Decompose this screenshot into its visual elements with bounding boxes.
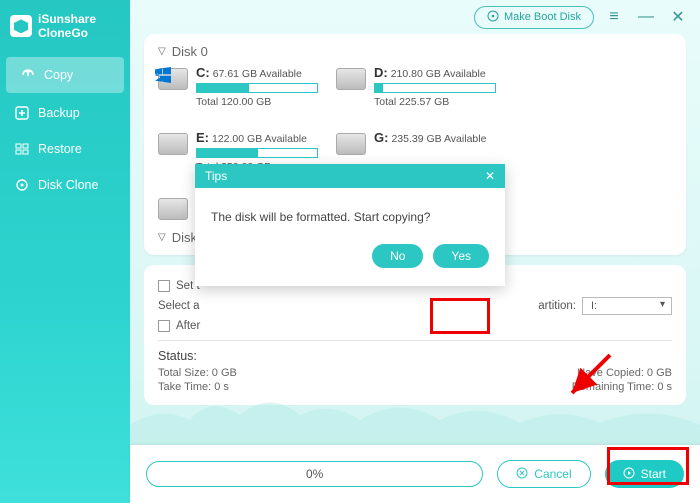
nav-label: Copy xyxy=(44,68,73,82)
dialog-title: Tips xyxy=(205,169,227,183)
chevron-down-icon: ▽ xyxy=(158,46,166,57)
dialog-no-button[interactable]: No xyxy=(372,244,423,268)
nav-diskclone[interactable]: Disk Clone xyxy=(0,167,130,203)
set-target-checkbox[interactable] xyxy=(158,280,170,292)
nav: Copy Backup Restore Disk Clone xyxy=(0,57,130,203)
tips-dialog: Tips ✕ The disk will be formatted. Start… xyxy=(195,164,505,286)
progress-bar: 0% xyxy=(146,461,483,487)
copy-icon xyxy=(20,67,36,83)
drive-icon xyxy=(336,133,366,155)
disc-icon xyxy=(487,10,499,25)
restore-icon xyxy=(14,141,30,157)
make-boot-button[interactable]: Make Boot Disk xyxy=(474,6,594,29)
status-title: Status: xyxy=(158,349,672,363)
drive-icon xyxy=(158,133,188,155)
minimize-icon[interactable]: — xyxy=(634,5,658,29)
windows-drive-icon xyxy=(158,68,188,90)
usage-bar xyxy=(196,148,318,158)
logo-text: iSunshareCloneGo xyxy=(38,12,96,41)
footer: 0% Cancel Start xyxy=(130,445,700,503)
partition-select[interactable]: I: xyxy=(582,297,672,315)
nav-label: Backup xyxy=(38,106,80,120)
options-panel: Set t Select a artition: I: After Status… xyxy=(144,265,686,405)
play-icon xyxy=(623,467,635,482)
menu-icon[interactable]: ≡ xyxy=(602,5,626,29)
start-button[interactable]: Start xyxy=(605,460,684,488)
close-icon[interactable]: ✕ xyxy=(666,5,690,29)
start-label: Start xyxy=(641,467,666,481)
drive-icon xyxy=(336,68,366,90)
partition-c[interactable]: C:67.61 GB Available Total 120.00 GB xyxy=(158,65,318,108)
usage-bar xyxy=(374,83,496,93)
nav-backup[interactable]: Backup xyxy=(0,95,130,131)
cancel-icon xyxy=(516,467,528,482)
sidebar: iSunshareCloneGo Copy Backup Restore xyxy=(0,0,130,503)
dialog-yes-button[interactable]: Yes xyxy=(433,244,489,268)
cancel-label: Cancel xyxy=(534,467,571,481)
cancel-button[interactable]: Cancel xyxy=(497,460,590,488)
after-checkbox[interactable] xyxy=(158,320,170,332)
titlebar: Make Boot Disk ≡ — ✕ xyxy=(130,0,700,34)
backup-icon xyxy=(14,105,30,121)
disk0-header[interactable]: ▽ Disk 0 xyxy=(158,44,672,59)
app-logo: iSunshareCloneGo xyxy=(0,0,130,49)
nav-copy[interactable]: Copy xyxy=(6,57,124,93)
make-boot-label: Make Boot Disk xyxy=(504,11,581,23)
dialog-message: The disk will be formatted. Start copyin… xyxy=(195,188,505,232)
usage-bar xyxy=(196,83,318,93)
nav-label: Restore xyxy=(38,142,82,156)
drive-icon xyxy=(158,198,188,220)
logo-icon xyxy=(10,15,32,37)
nav-label: Disk Clone xyxy=(38,178,98,192)
dialog-close-icon[interactable]: ✕ xyxy=(485,169,495,183)
chevron-down-icon: ▽ xyxy=(158,232,166,243)
nav-restore[interactable]: Restore xyxy=(0,131,130,167)
diskclone-icon xyxy=(14,177,30,193)
partition-d[interactable]: D:210.80 GB Available Total 225.57 GB xyxy=(336,65,496,108)
